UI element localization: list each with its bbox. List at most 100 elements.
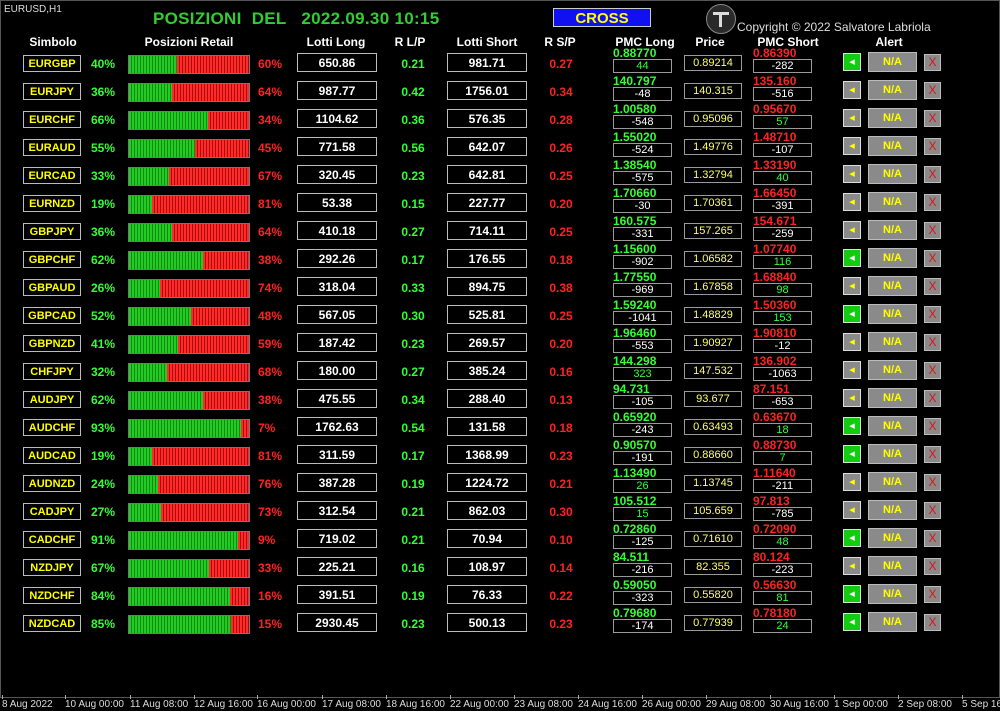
long-bar-fill	[129, 476, 158, 493]
delete-alert-button[interactable]: X	[924, 194, 941, 211]
delete-alert-button[interactable]: X	[924, 250, 941, 267]
alert-na-button[interactable]: N/A	[868, 108, 917, 128]
alert-na-button[interactable]: N/A	[868, 612, 917, 632]
symbol-label[interactable]: EURCAD	[23, 167, 81, 184]
alert-bell-icon[interactable]: ◂	[843, 501, 861, 519]
pmc-short-cell: 80.124 -223	[753, 551, 812, 577]
alert-bell-icon[interactable]: ◂	[843, 109, 861, 127]
symbol-label[interactable]: EURNZD	[23, 195, 81, 212]
lots-short-value: 176.55	[447, 249, 527, 268]
delete-alert-button[interactable]: X	[924, 586, 941, 603]
delete-alert-button[interactable]: X	[924, 138, 941, 155]
alert-na-button[interactable]: N/A	[868, 248, 917, 268]
pmc-long-value: 1.77550	[613, 270, 657, 284]
delete-alert-button[interactable]: X	[924, 222, 941, 239]
delete-alert-button[interactable]: X	[924, 390, 941, 407]
pmc-short-value: 1.48710	[753, 130, 797, 144]
symbol-label[interactable]: GBPNZD	[23, 335, 81, 352]
symbol-label[interactable]: EURGBP	[23, 55, 81, 72]
alert-bell-icon[interactable]: ◂	[843, 193, 861, 211]
alert-na-button[interactable]: N/A	[868, 164, 917, 184]
alert-bell-icon[interactable]: ◂	[843, 417, 861, 435]
symbol-label[interactable]: NZDJPY	[23, 559, 81, 576]
alert-na-button[interactable]: N/A	[868, 416, 917, 436]
alert-bell-icon[interactable]: ◂	[843, 361, 861, 379]
alert-na-button[interactable]: N/A	[868, 192, 917, 212]
alert-na-button[interactable]: N/A	[868, 332, 917, 352]
delete-alert-button[interactable]: X	[924, 82, 941, 99]
alert-bell-icon[interactable]: ◂	[843, 333, 861, 351]
alert-na-button[interactable]: N/A	[868, 304, 917, 324]
delete-alert-button[interactable]: X	[924, 362, 941, 379]
alert-na-button[interactable]: N/A	[868, 80, 917, 100]
long-percent: 36%	[91, 225, 116, 239]
ratio-short-value: 0.25	[549, 169, 573, 183]
long-bar-fill	[129, 364, 168, 381]
pmc-long-cell: 0.90570 -191	[613, 439, 672, 465]
alert-bell-icon[interactable]: ◂	[843, 557, 861, 575]
alert-na-button[interactable]: N/A	[868, 500, 917, 520]
symbol-label[interactable]: AUDCAD	[23, 447, 81, 464]
alert-bell-icon[interactable]: ◂	[843, 473, 861, 491]
symbol-label[interactable]: GBPJPY	[23, 223, 81, 240]
symbol-label[interactable]: GBPCHF	[23, 251, 81, 268]
alert-bell-icon[interactable]: ◂	[843, 81, 861, 99]
symbol-label[interactable]: NZDCAD	[23, 615, 81, 632]
delete-alert-button[interactable]: X	[924, 418, 941, 435]
delete-alert-button[interactable]: X	[924, 502, 941, 519]
delete-alert-button[interactable]: X	[924, 614, 941, 631]
short-bar-fill	[178, 336, 249, 353]
delete-alert-button[interactable]: X	[924, 558, 941, 575]
delete-alert-button[interactable]: X	[924, 54, 941, 71]
symbol-label[interactable]: EURCHF	[23, 111, 81, 128]
lots-long-value: 180.00	[297, 361, 377, 380]
symbol-label[interactable]: AUDCHF	[23, 419, 81, 436]
alert-bell-icon[interactable]: ◂	[843, 277, 861, 295]
delete-alert-button[interactable]: X	[924, 334, 941, 351]
alert-na-button[interactable]: N/A	[868, 52, 917, 72]
delete-alert-button[interactable]: X	[924, 474, 941, 491]
symbol-label[interactable]: CHFJPY	[23, 363, 81, 380]
lots-short-value: 500.13	[447, 613, 527, 632]
symbol-label[interactable]: EURJPY	[23, 83, 81, 100]
alert-bell-icon[interactable]: ◂	[843, 445, 861, 463]
alert-na-button[interactable]: N/A	[868, 528, 917, 548]
symbol-label[interactable]: NZDCHF	[23, 587, 81, 604]
symbol-label[interactable]: GBPCAD	[23, 307, 81, 324]
delete-alert-button[interactable]: X	[924, 110, 941, 127]
alert-bell-icon[interactable]: ◂	[843, 585, 861, 603]
alert-bell-icon[interactable]: ◂	[843, 389, 861, 407]
delete-alert-button[interactable]: X	[924, 530, 941, 547]
alert-na-button[interactable]: N/A	[868, 360, 917, 380]
symbol-label[interactable]: AUDJPY	[23, 391, 81, 408]
symbol-label[interactable]: CADCHF	[23, 531, 81, 548]
alert-bell-icon[interactable]: ◂	[843, 137, 861, 155]
delete-alert-button[interactable]: X	[924, 446, 941, 463]
alert-na-button[interactable]: N/A	[868, 556, 917, 576]
cross-button[interactable]: CROSS	[553, 8, 651, 27]
alert-bell-icon[interactable]: ◂	[843, 221, 861, 239]
delete-alert-button[interactable]: X	[924, 306, 941, 323]
alert-bell-icon[interactable]: ◂	[843, 529, 861, 547]
alert-na-button[interactable]: N/A	[868, 276, 917, 296]
pmc-short-cell: 0.72090 48	[753, 523, 812, 549]
alert-na-button[interactable]: N/A	[868, 444, 917, 464]
alert-na-button[interactable]: N/A	[868, 220, 917, 240]
alert-na-button[interactable]: N/A	[868, 388, 917, 408]
alert-na-button[interactable]: N/A	[868, 584, 917, 604]
long-bar-fill	[129, 196, 152, 213]
delete-alert-button[interactable]: X	[924, 166, 941, 183]
alert-na-button[interactable]: N/A	[868, 472, 917, 492]
alert-bell-icon[interactable]: ◂	[843, 613, 861, 631]
alert-bell-icon[interactable]: ◂	[843, 165, 861, 183]
alert-bell-icon[interactable]: ◂	[843, 305, 861, 323]
alert-bell-icon[interactable]: ◂	[843, 53, 861, 71]
alert-bell-icon[interactable]: ◂	[843, 249, 861, 267]
delete-alert-button[interactable]: X	[924, 278, 941, 295]
alert-na-button[interactable]: N/A	[868, 136, 917, 156]
ratio-long-value: 0.54	[401, 421, 425, 435]
symbol-label[interactable]: GBPAUD	[23, 279, 81, 296]
symbol-label[interactable]: EURAUD	[23, 139, 81, 156]
symbol-label[interactable]: CADJPY	[23, 503, 81, 520]
symbol-label[interactable]: AUDNZD	[23, 475, 81, 492]
